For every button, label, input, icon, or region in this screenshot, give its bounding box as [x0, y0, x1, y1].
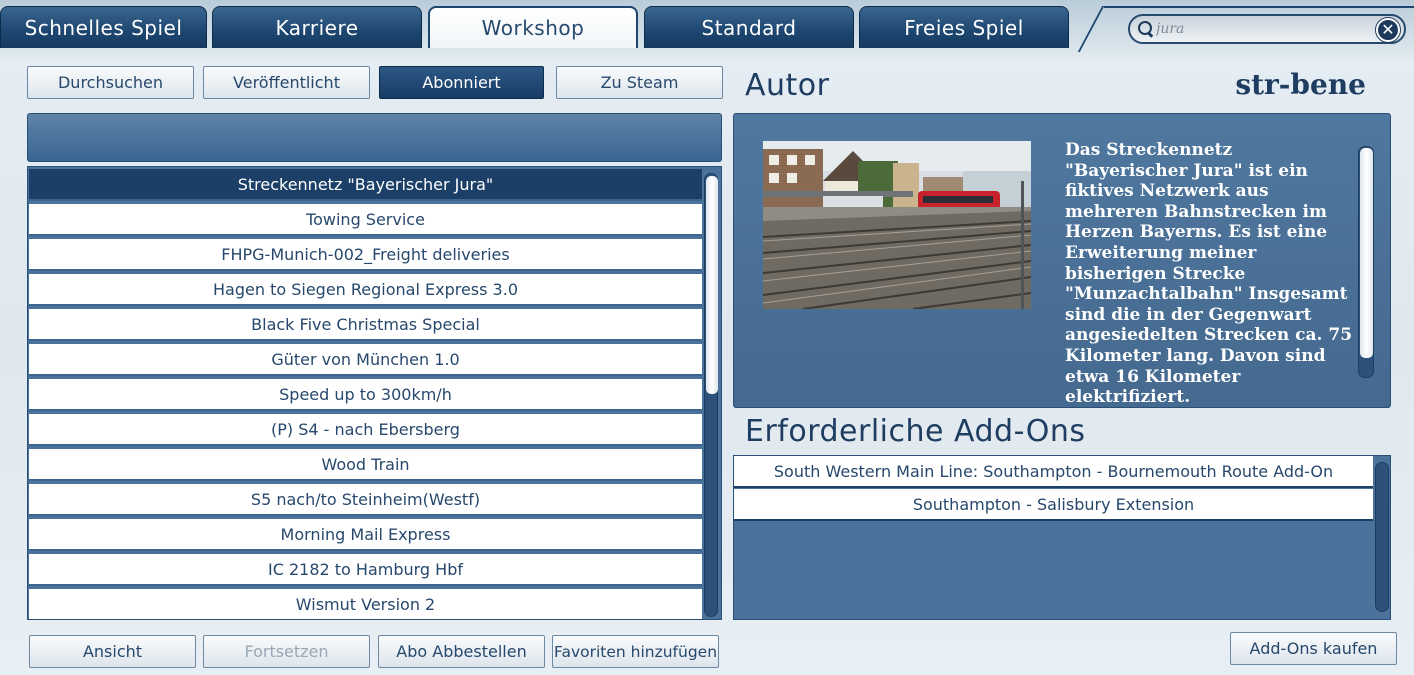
list-scrollbar-thumb[interactable]	[706, 176, 718, 394]
addon-item[interactable]: South Western Main Line: Southampton - B…	[734, 456, 1373, 488]
search-area: ✕	[1070, 6, 1414, 52]
tab-schnelles-spiel[interactable]: Schnelles Spiel	[0, 6, 207, 48]
continue-button[interactable]: Fortsetzen	[203, 635, 370, 668]
tab-bar: Schnelles Spiel Karriere Workshop Standa…	[0, 0, 1414, 52]
addon-item[interactable]: Southampton - Salisbury Extension	[734, 489, 1373, 521]
description-scrollbar[interactable]	[1358, 146, 1374, 378]
published-button[interactable]: Veröffentlicht	[203, 66, 370, 99]
add-favorite-button[interactable]: Favoriten hinzufügen	[552, 635, 719, 668]
list-item[interactable]: FHPG-Munich-002_Freight deliveries	[29, 239, 702, 271]
author-heading: Autor	[745, 68, 830, 103]
workshop-item-list[interactable]: Streckennetz "Bayerischer Jura" Towing S…	[27, 166, 722, 620]
list-item[interactable]: Hagen to Siegen Regional Express 3.0	[29, 274, 702, 306]
description-panel: Das Streckennetz "Bayerischer Jura" ist …	[733, 113, 1391, 408]
list-item[interactable]: Towing Service	[29, 204, 702, 236]
search-icon	[1138, 21, 1154, 37]
list-item[interactable]: IC 2182 to Hamburg Hbf	[29, 554, 702, 586]
list-scrollbar[interactable]	[704, 173, 718, 617]
clear-search-icon[interactable]: ✕	[1376, 18, 1400, 42]
description-scrollbar-thumb[interactable]	[1360, 148, 1373, 358]
tab-workshop[interactable]: Workshop	[428, 6, 638, 48]
tab-freies-spiel[interactable]: Freies Spiel	[859, 6, 1069, 48]
divider	[1077, 6, 1105, 52]
author-name: str-bene	[1235, 68, 1366, 101]
addons-scrollbar[interactable]	[1375, 462, 1389, 612]
list-item[interactable]: Morning Mail Express	[29, 519, 702, 551]
addons-heading: Erforderliche Add-Ons	[745, 414, 1086, 449]
search-input[interactable]	[1156, 17, 1356, 41]
tab-karriere[interactable]: Karriere	[212, 6, 422, 48]
view-button[interactable]: Ansicht	[29, 635, 196, 668]
divider	[1104, 6, 1414, 8]
item-preview-image	[763, 141, 1031, 309]
list-header	[27, 113, 722, 162]
list-item[interactable]: Black Five Christmas Special	[29, 309, 702, 341]
browse-button[interactable]: Durchsuchen	[27, 66, 194, 99]
list-item[interactable]: Speed up to 300km/h	[29, 379, 702, 411]
list-item[interactable]: Wood Train	[29, 449, 702, 481]
buy-addons-button[interactable]: Add-Ons kaufen	[1230, 632, 1397, 665]
unsubscribe-button[interactable]: Abo Abbestellen	[378, 635, 545, 668]
tab-standard[interactable]: Standard	[644, 6, 854, 48]
item-description: Das Streckennetz "Bayerischer Jura" ist …	[1065, 140, 1353, 408]
list-item[interactable]: Streckennetz "Bayerischer Jura"	[29, 169, 702, 201]
list-item[interactable]: Wismut Version 2	[29, 589, 702, 619]
list-item[interactable]: Güter von München 1.0	[29, 344, 702, 376]
to-steam-button[interactable]: Zu Steam	[556, 66, 723, 99]
list-item[interactable]: S5 nach/to Steinheim(Westf)	[29, 484, 702, 516]
search-box: ✕	[1128, 14, 1406, 44]
subscribed-button[interactable]: Abonniert	[379, 66, 544, 99]
list-item[interactable]: (P) S4 - nach Ebersberg	[29, 414, 702, 446]
addons-list[interactable]: South Western Main Line: Southampton - B…	[733, 455, 1391, 620]
